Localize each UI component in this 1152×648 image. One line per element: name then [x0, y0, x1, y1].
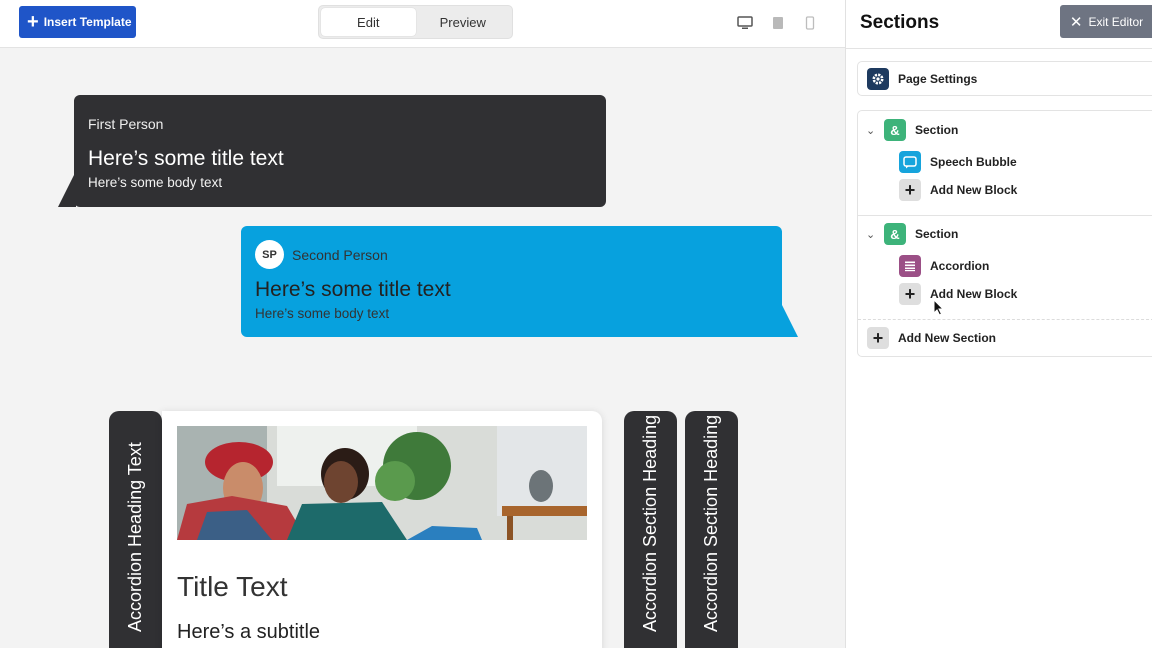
accordion-section-tab-2[interactable]: Accordion Section Heading [685, 411, 738, 648]
editor-canvas: First Person Here’s some title text Here… [0, 49, 845, 648]
section-label: Section [915, 123, 959, 137]
accordion-section-heading: Accordion Section Heading [700, 414, 721, 632]
sections-list-card: ⌄ & Section Speech Bubble + Add New Bloc… [857, 110, 1152, 357]
add-block-label: Add New Block [930, 183, 1018, 197]
plus-icon: + [899, 179, 921, 201]
accordion-heading-text: Accordion Heading Text [124, 442, 145, 632]
mode-toggle: Edit Preview [318, 5, 513, 39]
panel-divider [846, 48, 1152, 49]
bubble-body: Here’s some body text [88, 175, 223, 190]
insert-template-button[interactable]: + Insert Template [19, 6, 136, 38]
section-divider [858, 215, 1152, 216]
bubble-tail [780, 301, 798, 337]
section-item-1[interactable]: & Section [884, 119, 958, 141]
accordion-section-tab-1[interactable]: Accordion Section Heading [624, 411, 677, 648]
bubble-speaker-name: First Person [88, 116, 164, 132]
desktop-icon[interactable] [737, 15, 753, 31]
chevron-down-icon[interactable]: ⌄ [866, 124, 875, 137]
chevron-down-icon[interactable]: ⌄ [866, 228, 875, 241]
page-settings-card: Page Settings [857, 61, 1152, 96]
bubble-title: Here’s some title text [255, 278, 451, 301]
add-section-label: Add New Section [898, 331, 997, 345]
editor-toolbar: + Insert Template Edit Preview [0, 0, 845, 48]
accordion-card-title: Title Text [177, 571, 288, 602]
speech-bubble-first-person[interactable]: First Person Here’s some title text Here… [58, 95, 606, 207]
mobile-icon[interactable] [802, 15, 818, 31]
tab-preview[interactable]: Preview [416, 8, 511, 36]
add-new-section-button[interactable]: + Add New Section [867, 327, 996, 349]
plus-icon: + [27, 11, 39, 33]
accordion-image [177, 426, 587, 540]
section-divider [858, 319, 1152, 320]
page-settings-label: Page Settings [898, 72, 978, 86]
insert-template-label: Insert Template [43, 15, 132, 29]
section-icon: & [884, 223, 906, 245]
tab-edit[interactable]: Edit [321, 8, 416, 36]
block-label: Accordion [930, 259, 990, 273]
bubble-speaker-name: Second Person [292, 247, 388, 263]
add-new-block-button-2[interactable]: + Add New Block [899, 283, 1017, 305]
bubble-title: Here’s some title text [88, 147, 284, 170]
exit-editor-label: Exit Editor [1088, 14, 1144, 29]
mouse-cursor-icon [933, 298, 945, 321]
block-item-speech-bubble[interactable]: Speech Bubble [899, 151, 1017, 173]
page-settings-item[interactable]: Page Settings [867, 68, 977, 90]
bubble-body: Here’s some body text [255, 306, 390, 321]
avatar: SP [255, 240, 284, 269]
gear-icon [867, 68, 889, 90]
sections-panel: Sections ✕ Exit Editor Page Settings ⌄ &… [845, 0, 1152, 648]
bubble-tail [58, 171, 76, 207]
accordion-section-heading: Accordion Section Heading [639, 414, 660, 632]
plus-icon: + [899, 283, 921, 305]
accordion-card-subtitle: Here’s a subtitle [177, 621, 321, 643]
block-label: Speech Bubble [930, 155, 1017, 169]
section-icon: & [884, 119, 906, 141]
section-label: Section [915, 227, 959, 241]
accordion-icon [899, 255, 921, 277]
exit-editor-button[interactable]: ✕ Exit Editor [1060, 5, 1152, 38]
accordion-heading-tab[interactable]: Accordion Heading Text [109, 411, 162, 648]
plus-icon: + [867, 327, 889, 349]
close-icon: ✕ [1069, 13, 1083, 31]
tablet-icon[interactable] [770, 15, 786, 31]
block-item-accordion[interactable]: Accordion [899, 255, 989, 277]
speech-bubble-icon [899, 151, 921, 173]
panel-title: Sections [860, 12, 940, 33]
speech-bubble-second-person[interactable]: SP Second Person Here’s some title text … [241, 226, 798, 337]
add-new-block-button-1[interactable]: + Add New Block [899, 179, 1017, 201]
section-item-2[interactable]: & Section [884, 223, 958, 245]
accordion-content-card: Title Text Here’s a subtitle [162, 411, 602, 648]
